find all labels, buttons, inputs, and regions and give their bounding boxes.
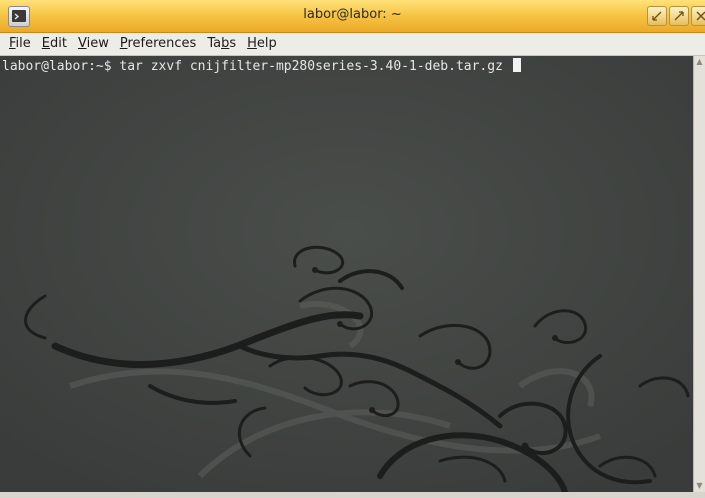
typed-command: tar zxvf cnijfilter-mp280series-3.40-1-d… [119, 59, 511, 74]
window-titlebar[interactable]: labor@labor: ~ [0, 0, 705, 33]
menu-view[interactable]: View [73, 33, 115, 55]
text-cursor [512, 58, 521, 72]
close-icon[interactable] [691, 6, 705, 26]
menu-preferences[interactable]: Preferences [115, 33, 202, 55]
vertical-scrollbar[interactable]: ▲ ▼ [693, 56, 705, 492]
menu-file[interactable]: File [4, 33, 37, 55]
menu-edit[interactable]: Edit [37, 33, 73, 55]
window-title: labor@labor: ~ [303, 7, 402, 22]
terminal-line: labor@labor:~$ tar zxvf cnijfilter-mp280… [2, 58, 521, 75]
menu-tabs[interactable]: Tabs [202, 33, 242, 55]
terminal-area[interactable]: labor@labor:~$ tar zxvf cnijfilter-mp280… [0, 56, 693, 492]
scroll-up-icon[interactable]: ▲ [695, 58, 704, 66]
swirl-wallpaper [0, 56, 693, 492]
minimize-icon[interactable] [647, 6, 667, 26]
shell-prompt: labor@labor:~$ [2, 59, 120, 74]
window-bottom-border [0, 492, 705, 498]
menu-bar: File Edit View Preferences Tabs Help [0, 33, 705, 56]
maximize-icon[interactable] [669, 6, 689, 26]
menu-help[interactable]: Help [242, 33, 283, 55]
scroll-down-icon[interactable]: ▼ [695, 482, 704, 490]
